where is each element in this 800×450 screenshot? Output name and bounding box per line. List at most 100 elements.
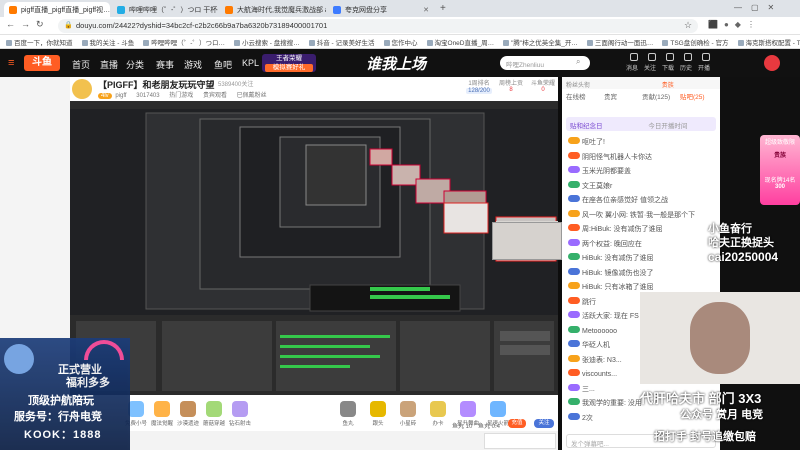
rank-a[interactable]: 1周排名 128/200: [466, 78, 492, 94]
recharge-button[interactable]: 充值: [508, 419, 526, 428]
bookmark-item[interactable]: 海克斯搭权配置 - T…: [738, 37, 800, 47]
new-tab-icon[interactable]: +: [440, 3, 446, 14]
nav-item-3[interactable]: 赛事: [156, 58, 174, 71]
tab-label: 夸克网盘分享: [345, 6, 387, 14]
rank-c-label: 斗鱼荣耀: [530, 81, 555, 87]
noble-promo[interactable]: 超级致敬限 贵族 现名牌14名 300: [760, 135, 800, 205]
chat-message[interactable]: HiBuk: 只有冰箱了谁屈: [568, 282, 718, 292]
below-player: [70, 431, 558, 450]
nav-item-1[interactable]: 直播: [100, 58, 118, 71]
nav-item-2[interactable]: 分类: [126, 58, 144, 71]
chat-message[interactable]: 在座各位亲感觉好 值领之战: [568, 195, 718, 205]
promo-badge[interactable]: 王者荣耀 模拟赛好礼: [262, 54, 316, 72]
video-player[interactable]: [70, 101, 558, 395]
rank-b[interactable]: 周榜上贡 8: [498, 78, 524, 93]
window-controls-icon[interactable]: —▢✕: [734, 3, 783, 12]
rank-c[interactable]: 斗鱼荣耀 0: [530, 78, 556, 93]
nav-item-4[interactable]: 游戏: [184, 58, 202, 71]
top-action-icon: [630, 53, 638, 61]
bookmark-item[interactable]: 百度一下，你就知道: [6, 37, 73, 47]
chat-message[interactable]: 玉米光阴都要盖: [568, 166, 718, 176]
bookmark-item[interactable]: 哔哩哔哩（゜-゜）つロ…: [143, 37, 225, 47]
chat-message[interactable]: 文王莫娘r: [568, 180, 718, 191]
top-action-3[interactable]: 历史: [680, 63, 692, 72]
chat-message[interactable]: 周:HiBuk: 没有减伤了谁屈: [568, 224, 718, 234]
chat-text: 阴阳怪气机器人卡你达: [582, 153, 652, 161]
browser-tab-active[interactable]: pigff直播_pigff直播_pigff视…✕: [4, 2, 110, 17]
nobles-label[interactable]: 贵族: [662, 83, 674, 89]
top-action-0[interactable]: 消息: [626, 63, 638, 72]
gift-icon[interactable]: [128, 401, 144, 417]
browser-tab[interactable]: 大航海时代,我觉魔兵激战部 ai…✕: [220, 2, 326, 17]
gift-icon[interactable]: [180, 401, 196, 417]
fan-badge-icon: [568, 151, 580, 159]
extensions-icon[interactable]: ⬛●◆⋮: [708, 20, 788, 29]
gift-icon[interactable]: [460, 401, 476, 417]
fan-badge-icon: [568, 267, 580, 275]
bookmark-item[interactable]: TSG盘创确检 - 官方: [662, 37, 728, 47]
chat-text: HiBuk: 没有减伤了谁屈: [582, 255, 654, 262]
url-input[interactable]: 🔒 douyu.com/24422?dyshid=34bc2cf-c2b2c66…: [58, 19, 698, 33]
fan-badge-icon: [568, 195, 580, 202]
bookmark-item[interactable]: 淘宝OneD直播_周…: [427, 37, 495, 47]
bookmark-item[interactable]: 您作中心: [384, 37, 418, 47]
nav-item-6[interactable]: KPL: [242, 58, 259, 68]
streamer-name[interactable]: pigff: [115, 93, 126, 99]
top-action-2[interactable]: 下载: [662, 63, 674, 72]
nav-arrows-icon[interactable]: ←→↻: [6, 19, 50, 30]
gift-icon[interactable]: [400, 401, 416, 417]
tag-0[interactable]: 热门游戏: [169, 93, 193, 99]
rainbow-line-1: 福利多多: [66, 377, 110, 389]
bookmark-item[interactable]: 我的关注 - 斗鱼: [82, 37, 135, 47]
browser-tab[interactable]: 哔哩哔哩（゜-゜）つロ 干杯--b…✕: [112, 2, 218, 17]
quark-favicon-icon: [333, 5, 341, 14]
anniversary-banner[interactable]: 贴和纪念日 今日开播时间: [566, 117, 716, 131]
close-tab-icon[interactable]: ✕: [419, 6, 429, 14]
gift-icon[interactable]: [340, 401, 356, 417]
gift-icon[interactable]: [490, 401, 506, 417]
service-account: 服务号：行舟电竞: [14, 411, 102, 423]
gift-icon[interactable]: [206, 401, 222, 417]
nav-menu-icon[interactable]: ≡: [8, 57, 14, 69]
top-action-4[interactable]: 开播: [698, 63, 710, 72]
bookmark-item[interactable]: 三面阁行动一面迅…: [587, 37, 654, 47]
nav-item-5[interactable]: 鱼吧: [214, 58, 232, 71]
chat-tab-2[interactable]: 贡献(125): [642, 91, 670, 101]
top-action-icon: [702, 53, 710, 61]
gift-icon[interactable]: [370, 401, 386, 417]
side-marquee-line-1: 哈夫正换捉头: [708, 237, 774, 249]
bookmark-item[interactable]: 抖音 - 记录美好生活: [309, 37, 375, 47]
chat-tab-1[interactable]: 贵宾: [604, 91, 617, 101]
fan-badge-icon: [568, 383, 580, 391]
header-banner: 谁我上场: [366, 56, 427, 73]
follow-button[interactable]: 关注: [534, 419, 554, 428]
nav-item-0[interactable]: 首页: [72, 58, 90, 71]
chat-message[interactable]: 两个权益: 晚回应在: [568, 238, 718, 249]
chat-message[interactable]: 阴阳怪气机器人卡你达: [568, 151, 718, 162]
star-icon[interactable]: ☆: [684, 20, 692, 31]
chat-message[interactable]: 呕吐了!: [568, 137, 718, 147]
obs-recursive-capture: [70, 109, 558, 395]
gift-icon[interactable]: [232, 401, 248, 417]
chat-message[interactable]: 风一吹 翼小网: 铁暂·我一般是那个下: [568, 209, 718, 220]
chat-message[interactable]: HiBuk: 镜像减伤也没了: [568, 267, 718, 278]
chat-tab-3[interactable]: 贴吧(25): [680, 91, 705, 101]
search-icon[interactable]: ⌕: [576, 57, 580, 67]
wechat-id: cai20250004: [708, 250, 779, 264]
tag-1[interactable]: 贵宾观看: [203, 93, 227, 99]
gift-icon[interactable]: [430, 401, 446, 417]
fan-badge-icon: [568, 354, 580, 362]
tag-2[interactable]: 已佩戴粉丝: [237, 93, 267, 99]
stream-header: 【PIGFF】和老朋友玩玩守望 5389400关注 4lv pigff 3017…: [70, 77, 558, 101]
browser-tab[interactable]: 夸克网盘分享 ✕: [328, 2, 434, 17]
top-action-1[interactable]: 关注: [644, 63, 656, 72]
gift-icon[interactable]: [154, 401, 170, 417]
bookmark-item[interactable]: 小云搜索 - 盘搜搜…: [234, 37, 300, 47]
streamer-avatar[interactable]: [72, 79, 92, 99]
douyu-logo[interactable]: 斗鱼: [24, 55, 60, 71]
chat-tab-0[interactable]: 在线榜: [566, 91, 586, 101]
bookmark-item[interactable]: "腾"柿之优英全集_开…: [503, 37, 578, 47]
user-avatar[interactable]: [764, 55, 780, 71]
chat-message[interactable]: HiBuk: 没有减伤了谁屈: [568, 253, 718, 263]
browser-tab-bar: pigff直播_pigff直播_pigff视…✕ 哔哩哔哩（゜-゜）つロ 干杯-…: [0, 0, 800, 17]
